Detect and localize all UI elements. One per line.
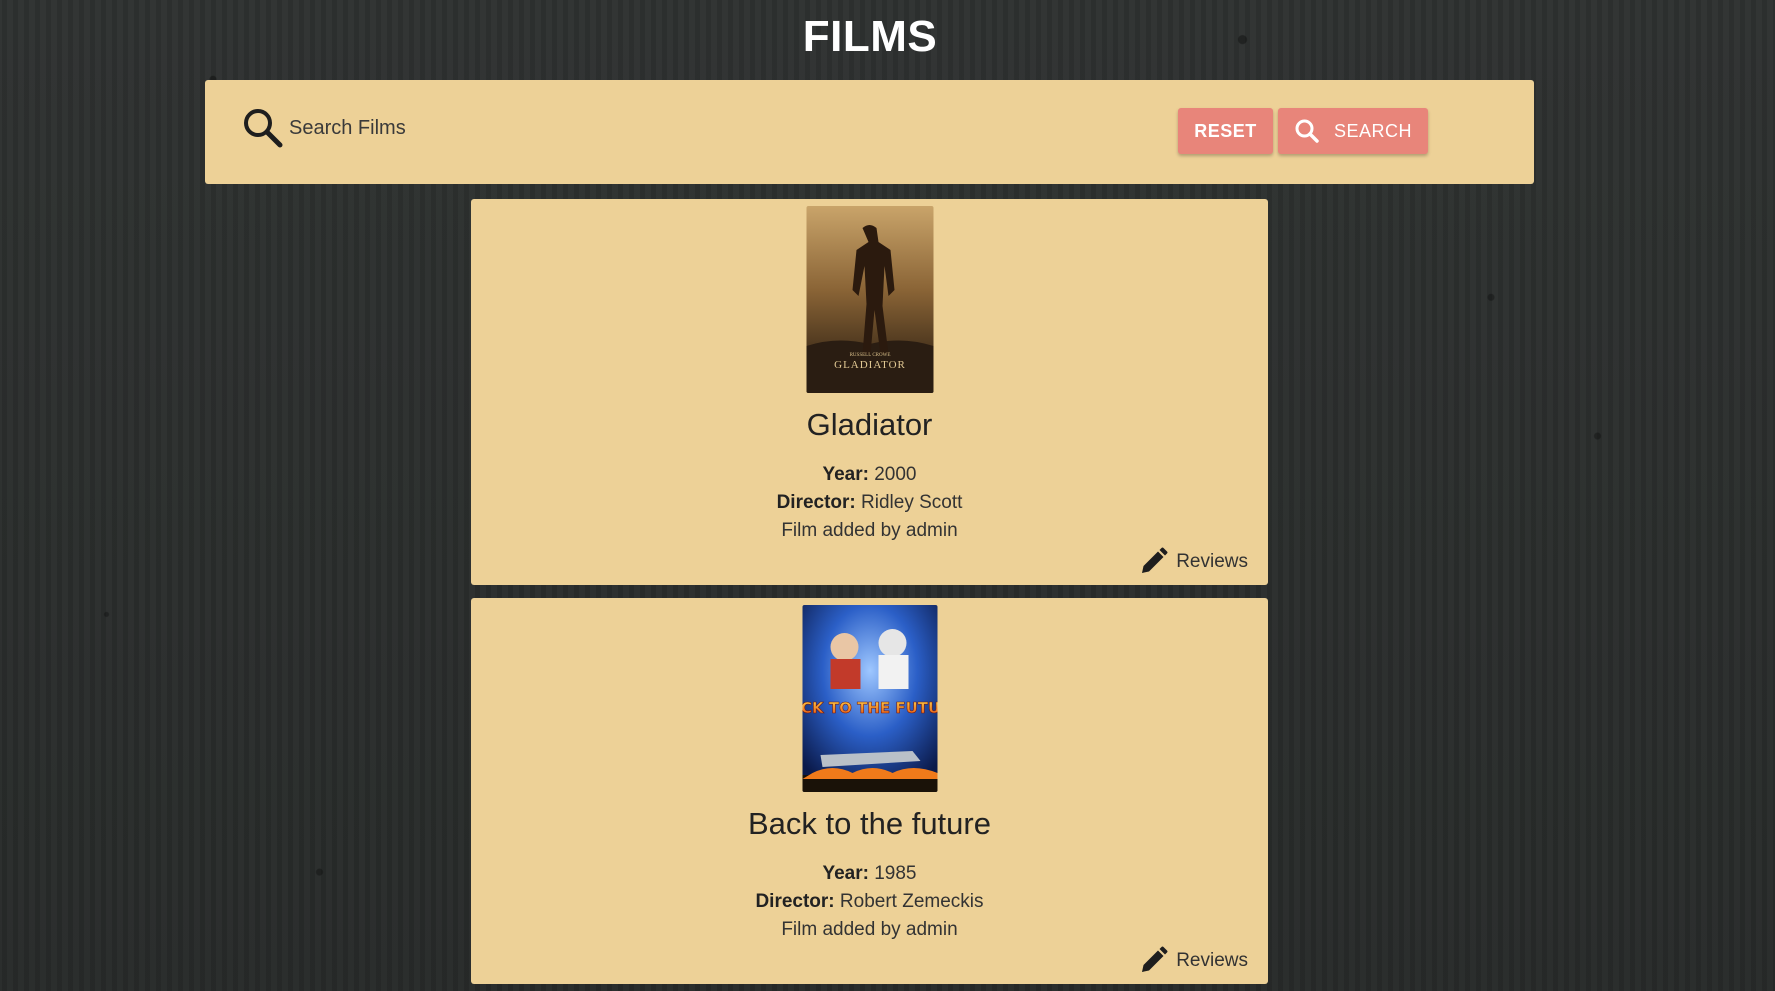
film-card: BACK TO THE FUTURE Back to the future Ye…	[471, 598, 1268, 984]
pencil-icon	[1138, 946, 1168, 976]
pencil-icon	[1138, 547, 1168, 577]
search-button[interactable]: SEARCH	[1278, 108, 1428, 154]
film-meta: Year: 1985 Director: Robert Zemeckis Fil…	[471, 860, 1268, 944]
film-year: Year: 1985	[822, 863, 917, 884]
reviews-link[interactable]: Reviews	[1138, 547, 1248, 577]
poster-credit: RUSSELL CROWE	[849, 353, 890, 358]
film-added-by: Film added by admin	[781, 520, 958, 541]
reviews-link[interactable]: Reviews	[1138, 946, 1248, 976]
reviews-label: Reviews	[1176, 950, 1248, 971]
film-card: RUSSELL CROWE GLADIATOR Gladiator Year: …	[471, 199, 1268, 585]
search-input[interactable]	[289, 108, 989, 148]
film-poster: RUSSELL CROWE GLADIATOR	[806, 206, 933, 393]
search-panel: RESET SEARCH	[205, 80, 1534, 184]
film-poster: BACK TO THE FUTURE	[802, 605, 937, 792]
film-added-by: Film added by admin	[781, 919, 958, 940]
film-meta: Year: 2000 Director: Ridley Scott Film a…	[471, 461, 1268, 545]
film-director: Director: Robert Zemeckis	[755, 891, 984, 912]
film-title: Back to the future	[748, 806, 991, 841]
film-director: Director: Ridley Scott	[776, 492, 963, 513]
film-title: Gladiator	[806, 407, 933, 442]
search-icon	[1294, 118, 1320, 144]
film-year: Year: 2000	[822, 464, 917, 485]
search-icon	[241, 106, 285, 150]
page-title: FILMS	[802, 12, 938, 61]
poster-title: BACK TO THE FUTURE	[802, 699, 937, 717]
search-button-label: SEARCH	[1333, 120, 1412, 141]
reset-button[interactable]: RESET	[1178, 108, 1273, 154]
reviews-label: Reviews	[1176, 551, 1248, 572]
poster-title: GLADIATOR	[834, 359, 906, 371]
